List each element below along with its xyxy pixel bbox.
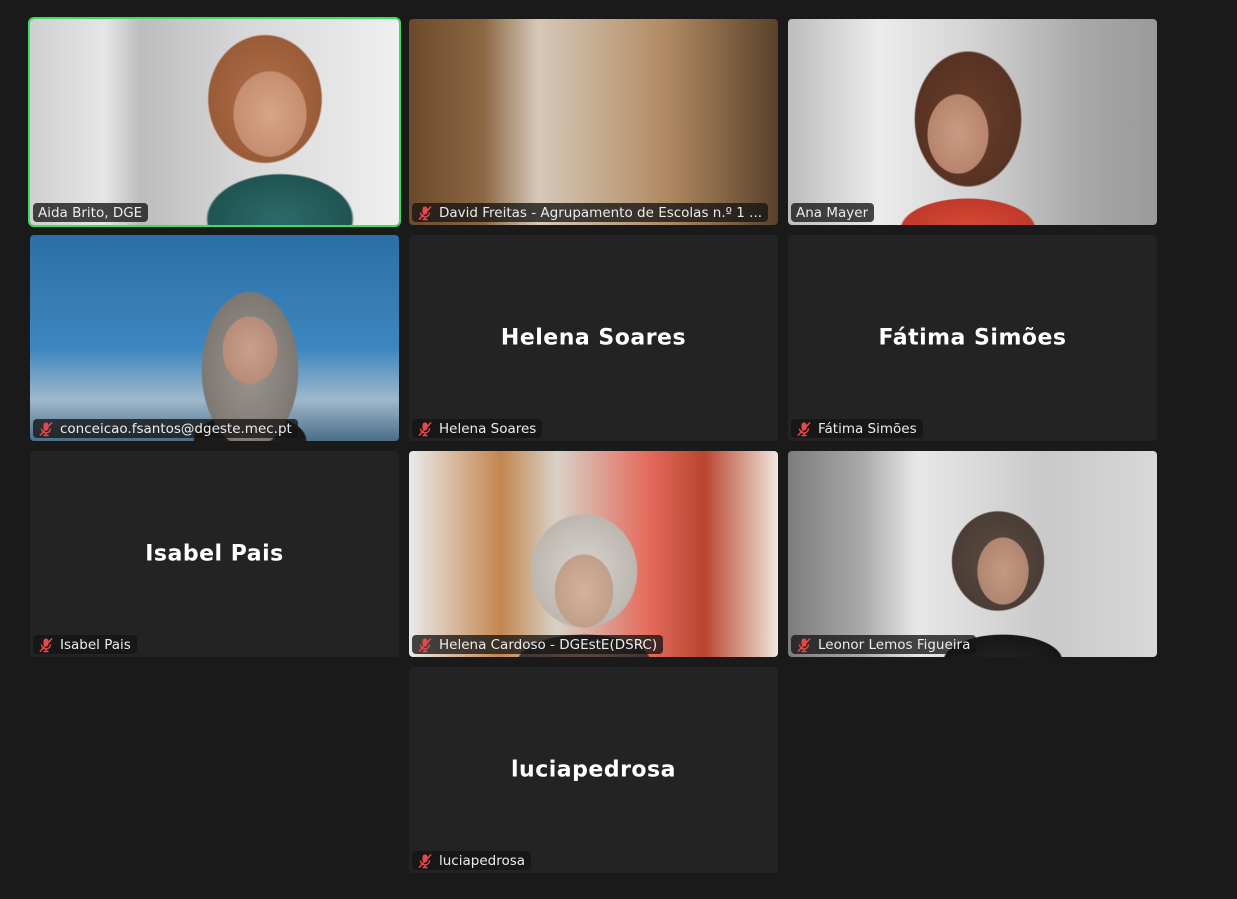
- participant-name-label: Leonor Lemos Figueira: [791, 635, 977, 654]
- participant-name-label: Helena Cardoso - DGEstE(DSRC): [412, 635, 664, 654]
- participant-display-name: luciapedrosa: [511, 757, 676, 783]
- mic-off-icon: [418, 205, 432, 220]
- participant-display-name: Helena Soares: [500, 325, 687, 351]
- participant-tile-luciapedrosa[interactable]: luciapedrosa luciapedrosa: [409, 667, 778, 873]
- participant-tile-aida-brito[interactable]: Aida Brito, DGE: [28, 17, 401, 227]
- participant-video: [30, 235, 399, 441]
- participant-tile-helena-cardoso[interactable]: Helena Cardoso - DGEstE(DSRC): [409, 451, 778, 657]
- participant-name-label: Fátima Simões: [791, 419, 923, 438]
- participant-video: [409, 451, 778, 657]
- participant-tile-helena-soares[interactable]: Helena Soares Helena Soares: [409, 235, 778, 441]
- mic-off-icon: [797, 637, 811, 652]
- video-gallery: Aida Brito, DGE David Freitas - Agrupame…: [28, 17, 1157, 873]
- mic-off-icon: [418, 853, 432, 868]
- participant-tile-leonor-lemos-figueira[interactable]: Leonor Lemos Figueira: [788, 451, 1157, 657]
- participant-video: [30, 19, 399, 225]
- participant-name-label: Helena Soares: [412, 419, 543, 438]
- mic-off-icon: [39, 637, 53, 652]
- participant-name-label: Isabel Pais: [33, 635, 137, 654]
- participant-name-label: Aida Brito, DGE: [33, 203, 149, 222]
- mic-off-icon: [418, 421, 432, 436]
- participant-name-label: David Freitas - Agrupamento de Escolas n…: [412, 203, 769, 222]
- participant-name-label: conceicao.fsantos@dgeste.mec.pt: [33, 419, 298, 438]
- participant-name-label: Ana Mayer: [791, 203, 875, 222]
- participant-tile-fatima-simoes[interactable]: Fátima Simões Fátima Simões: [788, 235, 1157, 441]
- participant-video: [788, 19, 1157, 225]
- participant-tile-ana-mayer[interactable]: Ana Mayer: [788, 19, 1157, 225]
- participant-video: [788, 451, 1157, 657]
- participant-tile-isabel-pais[interactable]: Isabel Pais Isabel Pais: [30, 451, 399, 657]
- mic-off-icon: [39, 421, 53, 436]
- participant-name-label: luciapedrosa: [412, 851, 532, 870]
- participant-tile-conceicao[interactable]: conceicao.fsantos@dgeste.mec.pt: [30, 235, 399, 441]
- mic-off-icon: [418, 637, 432, 652]
- mic-off-icon: [797, 421, 811, 436]
- participant-tile-david-freitas[interactable]: David Freitas - Agrupamento de Escolas n…: [409, 19, 778, 225]
- participant-video: [409, 19, 778, 225]
- participant-display-name: Isabel Pais: [145, 541, 284, 567]
- participant-display-name: Fátima Simões: [878, 325, 1067, 351]
